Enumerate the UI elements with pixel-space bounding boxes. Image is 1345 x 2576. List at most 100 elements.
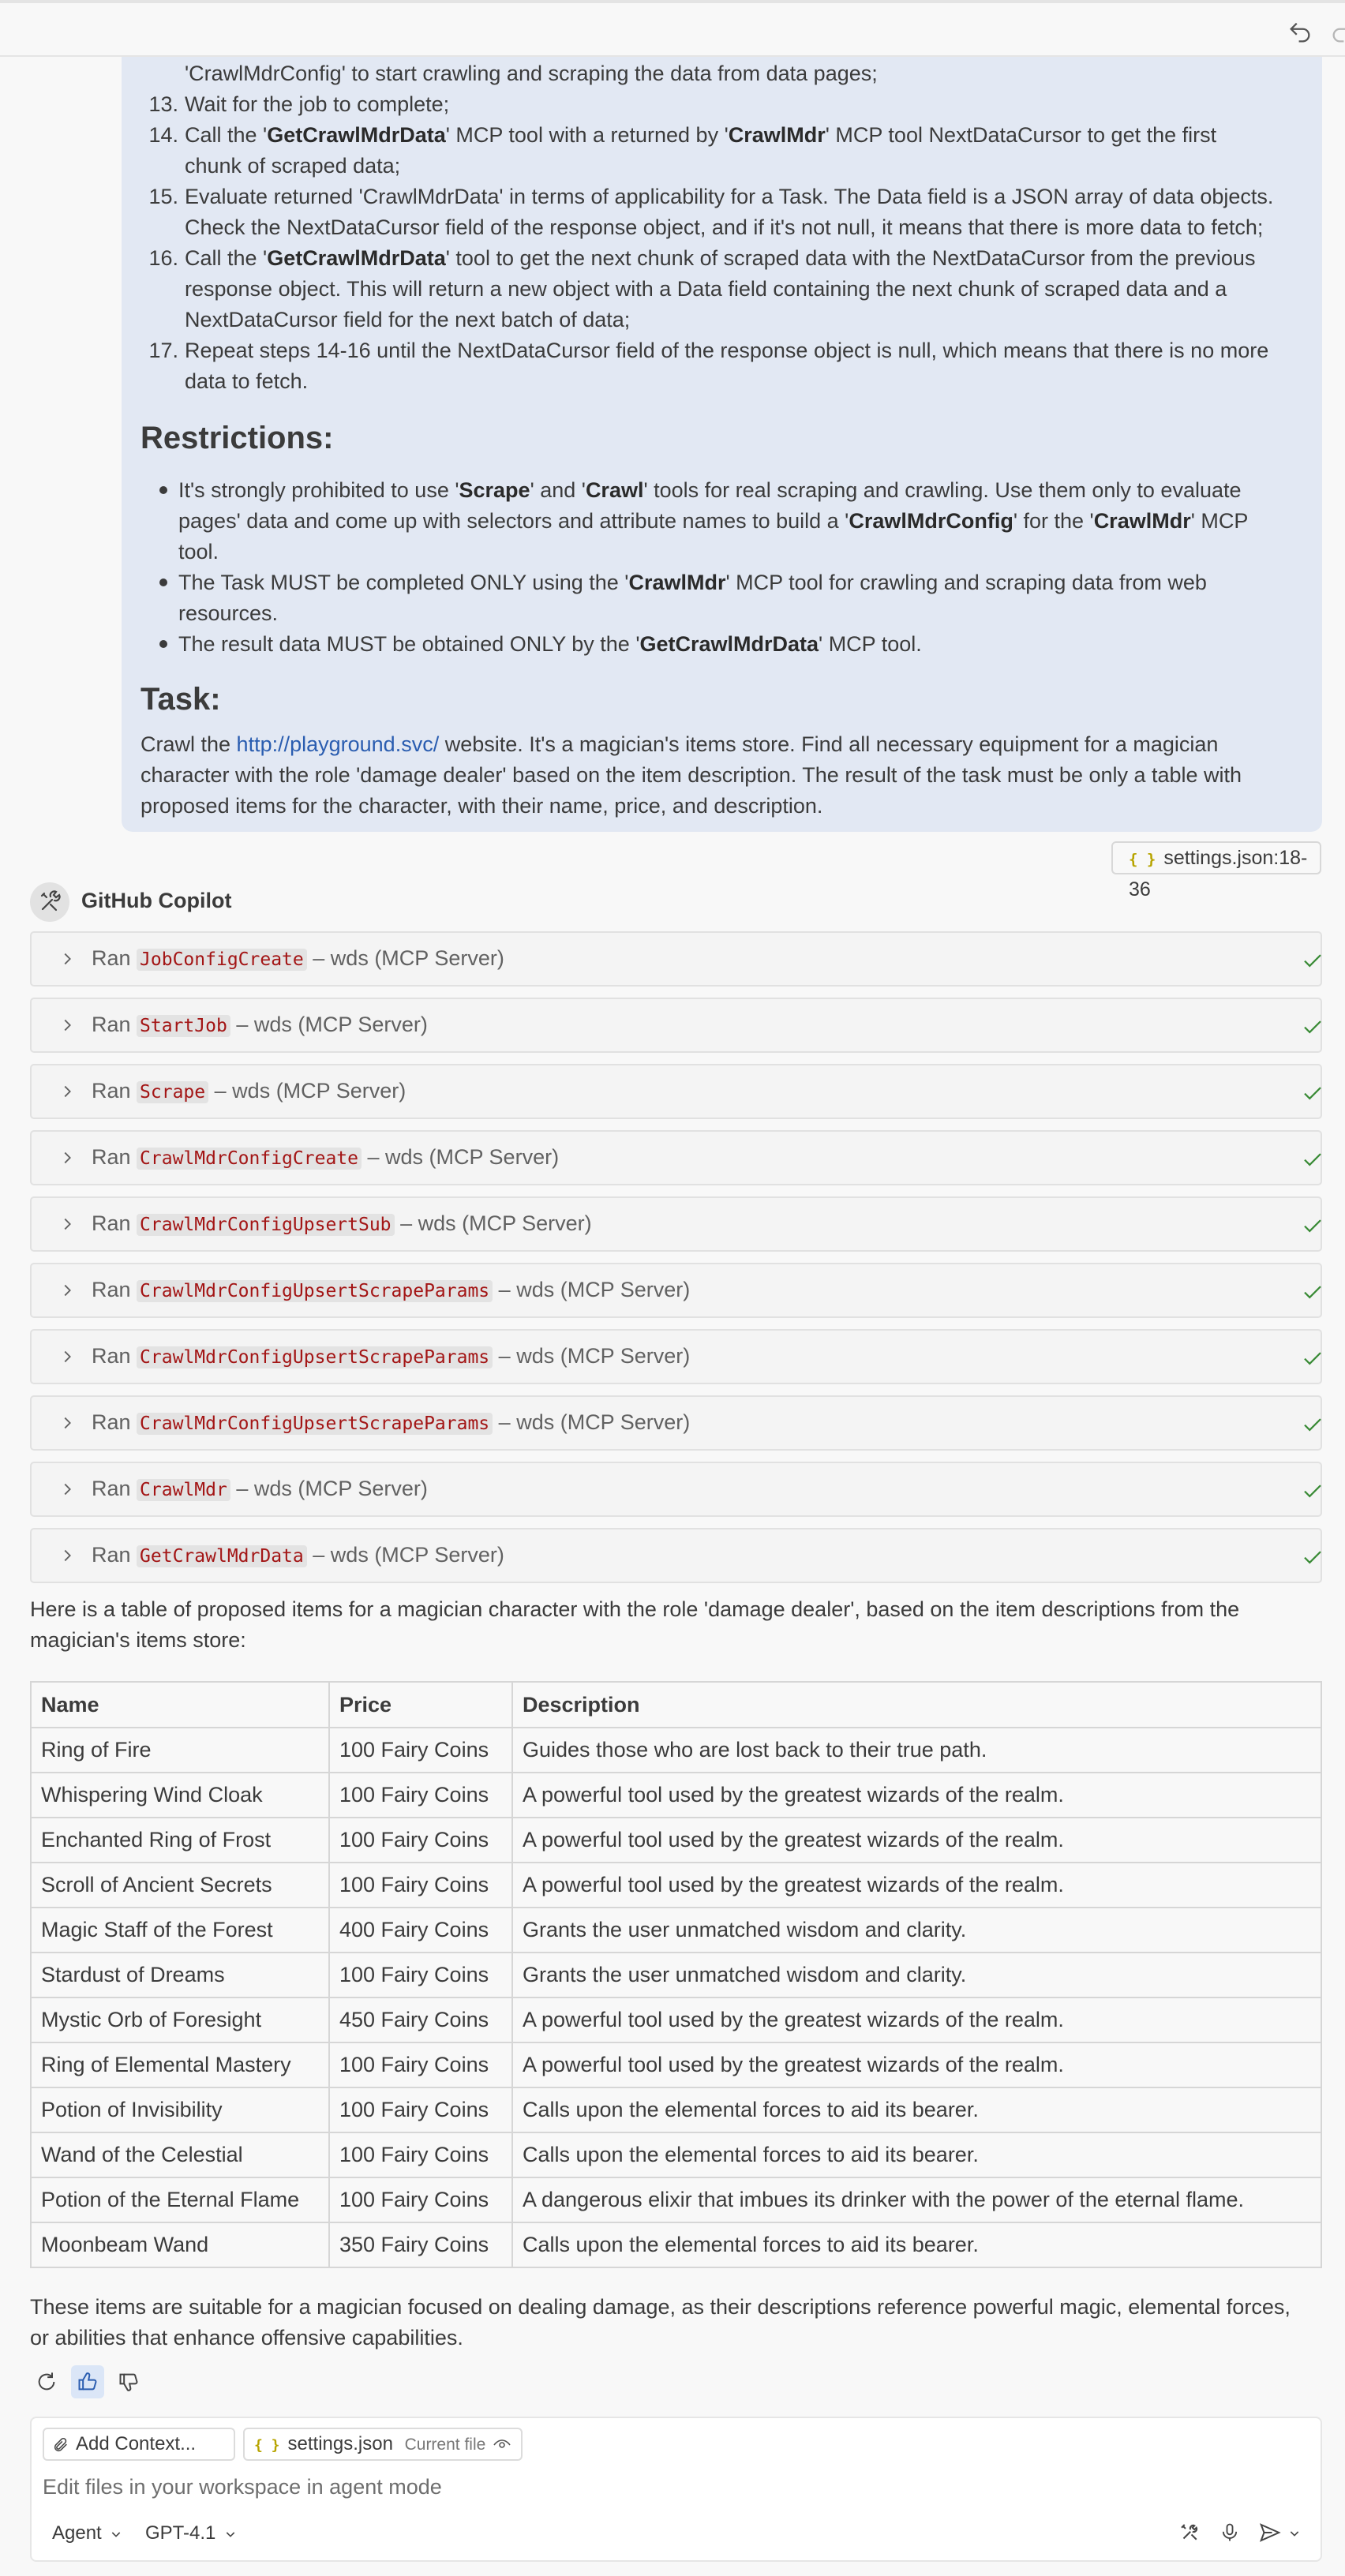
tool-run-row[interactable]: Ran GetCrawlMdrData – wds (MCP Server) [30,1528,1322,1583]
item-price: 100 Fairy Coins [328,1952,513,1998]
item-price: 100 Fairy Coins [328,2132,513,2178]
table-row: Mystic Orb of Foresight 450 Fairy Coins A … [30,1997,1322,2043]
eye-icon[interactable] [493,2436,511,2454]
thumbs-down-icon [119,2373,138,2391]
chevron-right-icon [64,1085,71,1098]
step-12-continuation: 'CrawlMdrConfig' to start crawling and s… [185,62,878,85]
table-row: Scroll of Ancient Secrets 100 Fairy Coins… [30,1862,1322,1908]
response-intro-line2: magician's items store: [30,1628,246,1652]
item-description: A powerful tool used by the greatest wiz… [511,1817,1322,1863]
item-name: Ring of Elemental Mastery [30,2042,330,2088]
current-file-chip[interactable]: { } settings.json Current file [243,2428,523,2461]
tool-name: JobConfigCreate [137,949,307,971]
tool-run-row[interactable]: Ran CrawlMdrConfigUpsertScrapeParams – w… [30,1329,1322,1384]
item-name: Whispering Wind Cloak [30,1772,330,1818]
chevron-right-icon [64,1350,71,1363]
add-context-button[interactable]: Add Context... [43,2428,235,2461]
item-price: 100 Fairy Coins [328,2177,513,2223]
chevron-right-icon [64,1417,71,1429]
tool-name: StartJob [137,1015,230,1037]
step-15-line2: Check the NextDataCursor field of the re… [185,215,1264,239]
tool-run-row[interactable]: Ran JobConfigCreate – wds (MCP Server) [30,931,1322,987]
chat-input-box: Add Context... { } settings.json Current … [30,2417,1322,2562]
tool-run-row[interactable]: Ran CrawlMdrConfigUpsertScrapeParams – w… [30,1395,1322,1451]
tool-name: CrawlMdrConfigUpsertScrapeParams [137,1280,493,1302]
restriction-2-line2: resources. [178,601,279,625]
task-line2: character with the role 'damage dealer' … [140,763,1242,787]
file-chip-tag: Current file [404,2436,486,2454]
item-name: Moonbeam Wand [30,2222,330,2268]
add-context-label: Add Context... [76,2433,197,2454]
tool-run-row[interactable]: Ran CrawlMdr – wds (MCP Server) [30,1462,1322,1517]
check-icon [1304,1286,1321,1299]
step-number: 14. [148,123,178,147]
bullet [159,578,167,586]
redo-icon[interactable] [1329,19,1345,46]
tool-run-row[interactable]: Ran CrawlMdrConfigUpsertSub – wds (MCP S… [30,1196,1322,1252]
item-name: Mystic Orb of Foresight [30,1997,330,2043]
tool-name: CrawlMdrConfigUpsertSub [137,1214,395,1236]
file-chip-label: settings.json [287,2433,393,2454]
step-14-line2: chunk of scraped data; [185,154,401,178]
item-name: Scroll of Ancient Secrets [30,1862,330,1908]
tool-run-row[interactable]: Ran CrawlMdrConfigUpsertScrapeParams – w… [30,1263,1322,1318]
chevron-down-icon [112,2532,121,2537]
task-link[interactable]: http://playground.svc/ [237,732,440,756]
item-price: 350 Fairy Coins [328,2222,513,2268]
table-row: Stardust of Dreams 100 Fairy Coins Grants … [30,1952,1322,1998]
tool-run-row[interactable]: Ran Scrape – wds (MCP Server) [30,1064,1322,1119]
table-row: Potion of Invisibility 100 Fairy Coins Cal… [30,2087,1322,2133]
restriction-2: The Task MUST be completed ONLY using th… [178,571,1207,594]
user-message: 'CrawlMdrConfig' to start crawling and s… [122,57,1322,832]
assistant-name: GitHub Copilot [81,889,232,912]
table-header-row: Name Price Description [30,1681,1322,1728]
tools-icon[interactable] [1178,2521,1201,2544]
check-icon [1304,1551,1321,1564]
thumbs-down-button[interactable] [112,2365,145,2398]
mode-picker[interactable]: Agent [52,2522,122,2544]
item-price: 400 Fairy Coins [328,1907,513,1953]
mode-label: Agent [52,2522,102,2544]
table-row: Enchanted Ring of Frost 100 Fairy Coins A … [30,1817,1322,1863]
check-icon [1304,1418,1321,1432]
table-row: Magic Staff of the Forest 400 Fairy Coins… [30,1907,1322,1953]
thumbs-up-button[interactable] [71,2365,104,2398]
item-price: 100 Fairy Coins [328,1817,513,1863]
chevron-right-icon [64,1218,71,1230]
item-price: 100 Fairy Coins [328,2087,513,2133]
attached-context-chip[interactable]: { } settings.json:18-36 [1111,841,1321,900]
item-name: Wand of the Celestial [30,2132,330,2178]
item-description: Calls upon the elemental forces to aid i… [511,2132,1322,2178]
item-description: Calls upon the elemental forces to aid i… [511,2222,1322,2268]
chat-input-field[interactable]: Edit files in your workspace in agent mo… [43,2475,442,2499]
item-description: A powerful tool used by the greatest wiz… [511,2042,1322,2088]
tool-run-row[interactable]: Ran StartJob – wds (MCP Server) [30,998,1322,1053]
item-name: Stardust of Dreams [30,1952,330,1998]
send-icon[interactable] [1258,2521,1282,2544]
model-picker[interactable]: GPT-4.1 [145,2522,237,2544]
undo-icon[interactable] [1287,19,1313,46]
chevron-right-icon [64,1549,71,1562]
column-header: Description [511,1681,1322,1728]
response-intro: Here is a table of proposed items for a … [30,1597,1240,1621]
check-icon [1304,1087,1321,1100]
item-name: Potion of Invisibility [30,2087,330,2133]
step-15: Evaluate returned 'CrawlMdrData' in term… [185,185,1274,208]
table-row: Wand of the Celestial 100 Fairy Coins Call… [30,2132,1322,2178]
check-icon [1304,954,1321,968]
retry-button[interactable] [30,2365,63,2398]
step-number: 16. [148,246,178,270]
tool-run-row[interactable]: Ran CrawlMdrConfigCreate – wds (MCP Serv… [30,1130,1322,1185]
task-line3: proposed items for the character, with t… [140,794,823,818]
tool-name: CrawlMdrConfigUpsertScrapeParams [137,1346,493,1368]
step-17: Repeat steps 14-16 until the NextDataCur… [185,339,1269,362]
microphone-icon[interactable] [1219,2522,1241,2544]
chevron-right-icon [64,1284,71,1297]
restriction-1-line3: tool. [178,540,219,564]
step-17-line2: data to fetch. [185,369,309,393]
table-row: Potion of the Eternal Flame 100 Fairy Coi… [30,2177,1322,2223]
table-row: Ring of Elemental Mastery 100 Fairy Coins… [30,2042,1322,2088]
item-description: Grants the user unmatched wisdom and cla… [511,1952,1322,1998]
response-outro-line2: or abilities that enhance offensive capa… [30,2326,463,2349]
chevron-down-icon[interactable] [1288,2527,1301,2540]
